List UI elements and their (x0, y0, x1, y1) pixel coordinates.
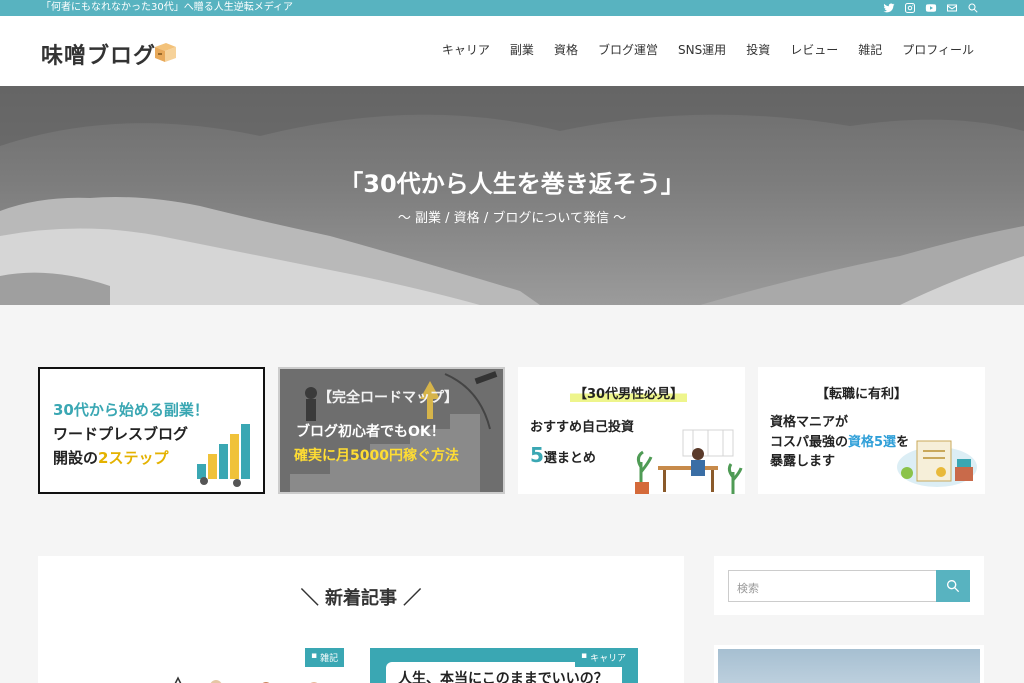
category-label: キャリア (590, 654, 627, 664)
nav-item-side-business[interactable]: 副業 (510, 41, 534, 58)
banner-line: 【転職に有利】 (816, 387, 908, 402)
certificate-illustration (897, 440, 977, 487)
nav-item-investment[interactable]: 投資 (746, 41, 770, 58)
social-icons (883, 0, 979, 16)
new-posts-section: ＼ 新着記事 ／ ▪ 雑記 人生、本当にこのままでいいの？ ▪ キャリア (38, 556, 684, 683)
banner-highlight: 資格5選 (848, 435, 897, 450)
site-tagline: 「何者にもなれなかった30代」へ贈る人生逆転メディア (41, 2, 294, 13)
banner-text: コスパ最強の (770, 435, 849, 450)
instagram-icon[interactable] (904, 2, 916, 14)
banner-line: 開設の2ステップ (53, 447, 168, 468)
banner-qualification[interactable]: 【転職に有利】 資格マニアが コスパ最強の資格5選を 暴露します (758, 367, 985, 494)
nav-item-review[interactable]: レビュー (790, 41, 838, 58)
nav-item-career[interactable]: キャリア (442, 41, 490, 58)
twitter-icon[interactable] (883, 2, 895, 14)
banner-line: 確実に月5000円稼ぐ方法 (294, 448, 459, 464)
banner-line: コスパ最強の資格5選を (770, 431, 909, 450)
banner-wordpress-blog[interactable]: 30代から始める副業！ ワードプレスブログ 開設の2ステップ (38, 367, 265, 494)
category-badge[interactable]: ▪ 雑記 (305, 648, 345, 667)
search-icon[interactable] (967, 2, 979, 14)
category-label: 雑記 (320, 654, 339, 664)
folder-icon: ▪ (581, 651, 588, 661)
banner-text: 選まとめ (543, 451, 596, 466)
sidebar-profile-widget (714, 645, 984, 683)
site-logo[interactable]: 味噌ブログ (41, 38, 156, 70)
banner-highlight: 2ステップ (98, 449, 169, 467)
hero-banner: 「30代から人生を巻き返そう」 〜 副業 / 資格 / ブログについて発信 〜 (0, 86, 1024, 305)
sidebar-image (718, 649, 980, 683)
youtube-icon[interactable] (925, 2, 937, 14)
hero-subtitle: 〜 副業 / 資格 / ブログについて発信 〜 (397, 211, 627, 226)
banner-line: 5選まとめ (530, 443, 596, 467)
banner-line: 資格マニアが (770, 415, 849, 430)
banner-line: ブログ初心者でもOK！ (296, 424, 445, 440)
banner-self-investment[interactable]: 【30代男性必見】 おすすめ自己投資 5選まとめ (518, 367, 745, 494)
box-icon (155, 43, 176, 62)
banner-line: 【30代男性必見】 (570, 383, 688, 402)
nav-item-misc[interactable]: 雑記 (858, 41, 882, 58)
banner-roadmap[interactable]: 【完全ロードマップ】 ブログ初心者でもOK！ 確実に月5000円稼ぐ方法 (278, 367, 505, 494)
sidebar-search-widget: 検索 (714, 556, 984, 615)
search-button[interactable] (936, 570, 970, 602)
growth-chart-illustration (197, 424, 250, 487)
banner-number: 5 (530, 443, 544, 467)
desk-illustration (635, 429, 743, 494)
global-nav: キャリア 副業 資格 ブログ運営 SNS運用 投資 レビュー 雑記 プロフィール (442, 41, 974, 58)
nav-item-qualification[interactable]: 資格 (554, 41, 578, 58)
section-title: ＼ 新着記事 ／ (300, 588, 422, 609)
banner-line: 【完全ロードマップ】 (318, 390, 458, 406)
banner-line: 暴露します (770, 454, 836, 469)
nav-item-profile[interactable]: プロフィール (902, 41, 974, 58)
top-info-bar: 「何者にもなれなかった30代」へ贈る人生逆転メディア (0, 0, 1024, 16)
site-header: 味噌ブログ キャリア 副業 資格 ブログ運営 SNS運用 投資 レビュー 雑記 … (0, 16, 1024, 86)
banner-line: おすすめ自己投資 (530, 420, 635, 435)
banner-text: 開設の (53, 449, 99, 467)
banner-line: ワードプレスブログ (53, 425, 189, 443)
banner-line: 30代から始める副業！ (53, 401, 209, 419)
mail-icon[interactable] (946, 2, 958, 14)
search-input[interactable]: 検索 (728, 570, 937, 602)
folder-icon: ▪ (311, 651, 318, 661)
nav-item-sns[interactable]: SNS運用 (678, 41, 726, 58)
hero-title: 「30代から人生を巻き返そう」 (339, 170, 685, 198)
search-icon (947, 580, 960, 593)
nav-item-blog-management[interactable]: ブログ運営 (598, 41, 658, 58)
category-badge[interactable]: ▪ キャリア (575, 648, 633, 667)
